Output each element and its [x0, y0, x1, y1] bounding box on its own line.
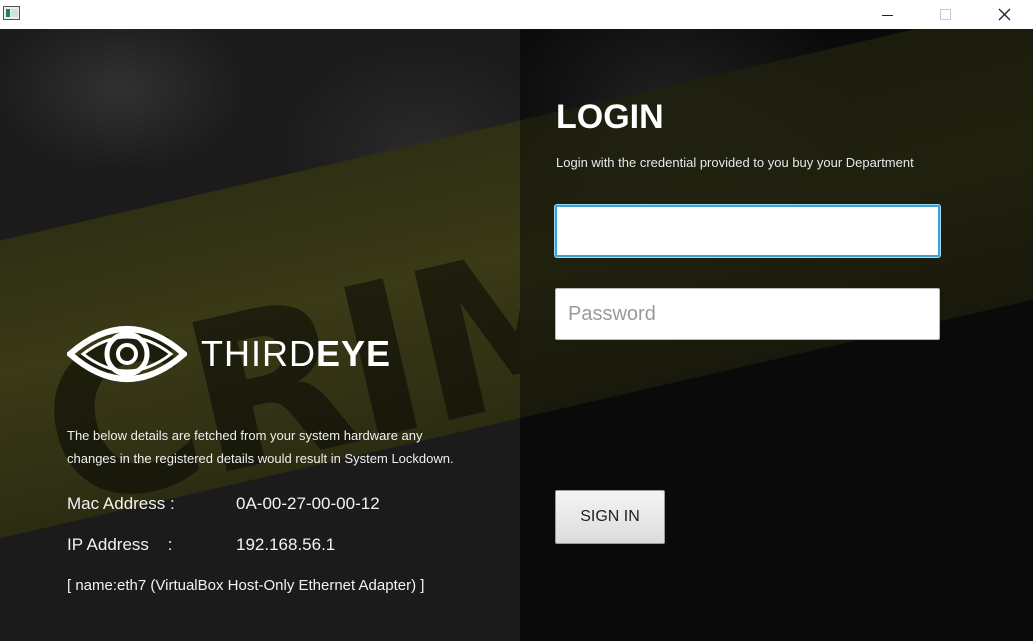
minimize-icon [881, 14, 893, 16]
maximize-icon [939, 9, 951, 20]
mac-address-value: 0A-00-27-00-00-12 [236, 494, 380, 513]
minimize-button[interactable] [864, 0, 910, 29]
sign-in-button[interactable]: SIGN IN [555, 490, 665, 544]
network-adapter-info: [ name:eth7 (VirtualBox Host-Only Ethern… [67, 577, 425, 594]
login-subtitle: Login with the credential provided to yo… [556, 155, 914, 170]
ip-address-label: IP Address : [67, 535, 173, 554]
app-icon[interactable] [3, 6, 20, 20]
password-input[interactable] [555, 288, 940, 340]
mac-address-label: Mac Address : [67, 494, 175, 513]
close-button[interactable] [981, 0, 1027, 29]
eye-logo-icon [67, 326, 187, 382]
brand-logo: THIRDEYE [67, 318, 397, 390]
username-input[interactable] [555, 205, 940, 257]
title-bar [0, 0, 1033, 29]
brand-name: THIRDEYE [201, 333, 391, 375]
login-title: LOGIN [556, 98, 664, 136]
ip-address-value: 192.168.56.1 [236, 535, 336, 554]
hardware-notice: The below details are fetched from your … [67, 428, 454, 466]
close-icon [998, 8, 1010, 21]
maximize-button[interactable] [922, 0, 968, 29]
brand-name-light: THIRD [201, 333, 316, 374]
brand-name-bold: EYE [316, 333, 392, 374]
